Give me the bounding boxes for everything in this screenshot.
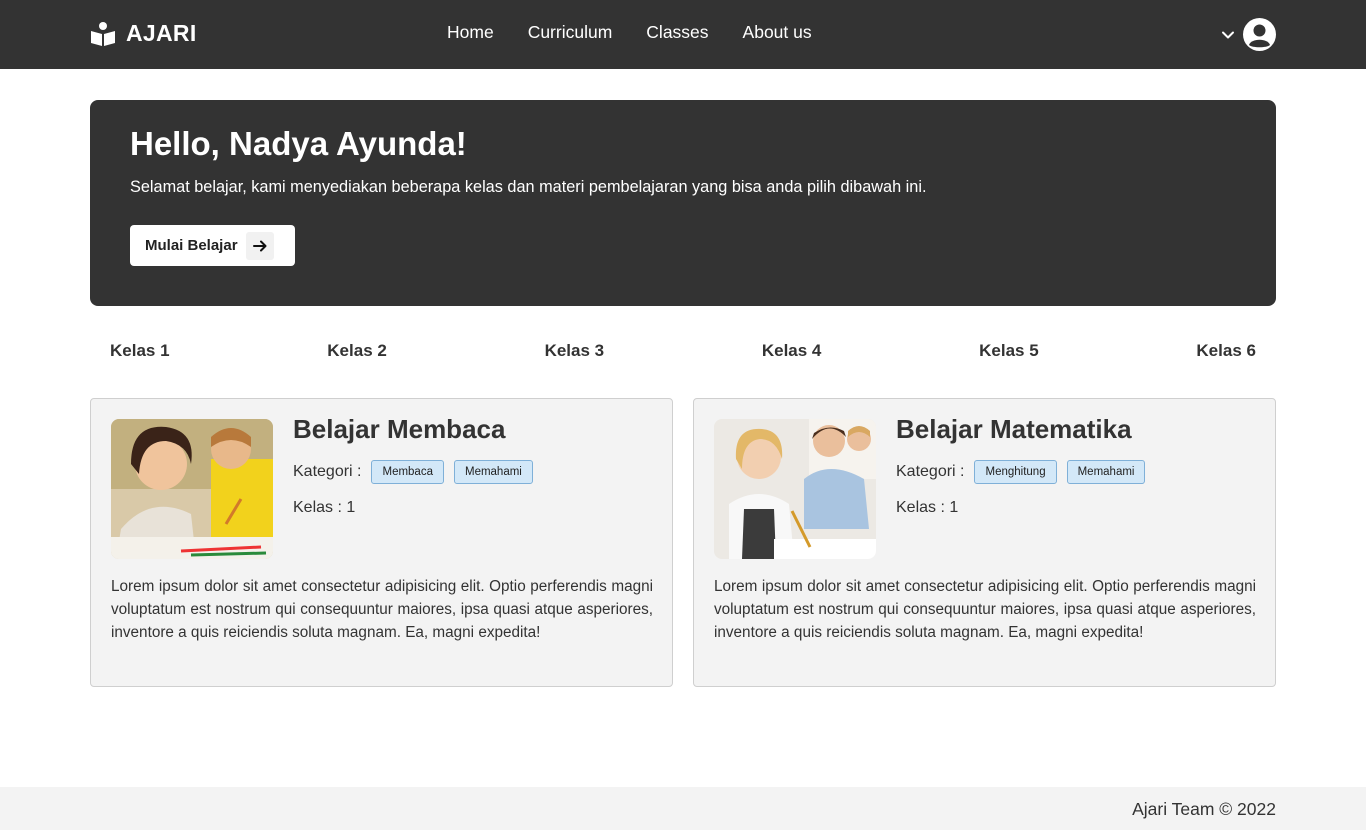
category-tag-memahami[interactable]: Memahami [1066, 460, 1146, 484]
course-description: Lorem ipsum dolor sit amet consectetur a… [111, 578, 653, 641]
navbar: AJARI Home Curriculum Classes About us [0, 0, 1366, 69]
tab-kelas-5[interactable]: Kelas 5 [979, 341, 1039, 365]
course-grade: Kelas : 1 [896, 499, 959, 516]
tab-kelas-2[interactable]: Kelas 2 [327, 341, 387, 365]
tab-kelas-6[interactable]: Kelas 6 [1196, 341, 1256, 365]
nav-link-classes[interactable]: Classes [646, 22, 708, 43]
reader-book-icon [91, 21, 115, 46]
course-category: Kategori : Menghitung Memahami [896, 460, 1146, 484]
tab-kelas-4[interactable]: Kelas 4 [762, 341, 822, 365]
user-menu[interactable] [1221, 18, 1276, 51]
brand-name: AJARI [126, 20, 197, 46]
course-grade: Kelas : 1 [293, 499, 356, 516]
category-label: Kategori : [896, 463, 965, 480]
start-learning-button[interactable]: Mulai Belajar [130, 225, 295, 266]
class-tabs: Kelas 1 Kelas 2 Kelas 3 Kelas 4 Kelas 5 … [110, 341, 1256, 365]
arrow-right-icon [245, 231, 274, 260]
welcome-subtitle: Selamat belajar, kami menyediakan bebera… [130, 178, 927, 196]
course-image-math [714, 419, 876, 559]
user-circle-icon[interactable] [1243, 18, 1276, 51]
nav-link-home[interactable]: Home [447, 22, 494, 43]
chevron-down-icon[interactable] [1221, 28, 1235, 42]
footer-copyright: Ajari Team © 2022 [1132, 799, 1276, 819]
nav-link-curriculum[interactable]: Curriculum [528, 22, 613, 43]
start-learning-label: Mulai Belajar [145, 237, 238, 254]
course-title[interactable]: Belajar Membaca [293, 414, 505, 445]
tab-kelas-1[interactable]: Kelas 1 [110, 341, 170, 365]
brand-logo[interactable]: AJARI [90, 20, 197, 47]
category-label: Kategori : [293, 463, 362, 480]
category-tag-memahami[interactable]: Memahami [453, 460, 533, 484]
course-title[interactable]: Belajar Matematika [896, 414, 1132, 445]
category-tag-membaca[interactable]: Membaca [371, 460, 444, 484]
course-description: Lorem ipsum dolor sit amet consectetur a… [714, 578, 1256, 641]
footer: Ajari Team © 2022 [0, 787, 1366, 830]
tab-kelas-3[interactable]: Kelas 3 [545, 341, 605, 365]
category-tag-menghitung[interactable]: Menghitung [974, 460, 1057, 484]
course-card-matematika[interactable]: Belajar Matematika Kategori : Menghitung… [693, 398, 1276, 687]
welcome-banner: Hello, Nadya Ayunda! Selamat belajar, ka… [90, 100, 1276, 306]
main-nav: Home Curriculum Classes About us [447, 22, 812, 43]
course-image-reading [111, 419, 273, 559]
course-category: Kategori : Membaca Memahami [293, 460, 533, 484]
welcome-title: Hello, Nadya Ayunda! [130, 125, 467, 162]
course-card-membaca[interactable]: Belajar Membaca Kategori : Membaca Memah… [90, 398, 673, 687]
nav-link-about-us[interactable]: About us [743, 22, 812, 43]
